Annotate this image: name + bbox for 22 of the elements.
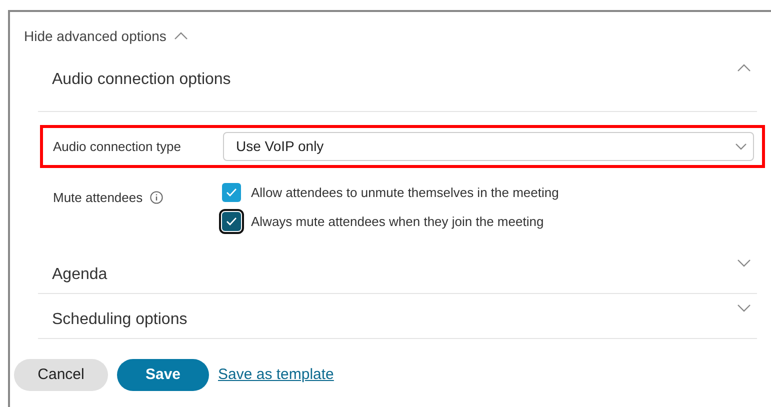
section-title[interactable]: Agenda [52, 263, 108, 287]
check-icon [226, 188, 237, 198]
checkbox-label[interactable]: Always mute attendees when they join the meeting [251, 212, 544, 231]
save-template-link[interactable]: Save as template [218, 364, 334, 386]
chevron-up-icon[interactable] [174, 32, 188, 40]
chevron-up-icon[interactable] [737, 64, 751, 72]
save-button[interactable]: Save [117, 359, 209, 391]
field-label: Audio connection type [53, 138, 182, 156]
audio-type-dropdown[interactable]: Use VoIP only [223, 132, 754, 161]
section-title[interactable]: Scheduling options [52, 308, 188, 332]
section-title[interactable]: Audio connection options [52, 68, 231, 92]
checkbox[interactable] [222, 183, 241, 202]
info-icon[interactable] [150, 191, 163, 204]
check-icon [226, 216, 237, 226]
checkbox[interactable] [222, 212, 241, 231]
field-label: Mute attendees [53, 189, 143, 207]
chevron-down-icon[interactable] [735, 143, 747, 150]
cancel-button[interactable]: Cancel [14, 359, 108, 391]
advanced-options-toggle[interactable]: Hide advanced options [24, 26, 166, 46]
checkbox-label[interactable]: Allow attendees to unmute themselves in the meeting [251, 183, 559, 202]
chevron-down-icon[interactable] [737, 304, 751, 312]
chevron-down-icon[interactable] [737, 259, 751, 267]
